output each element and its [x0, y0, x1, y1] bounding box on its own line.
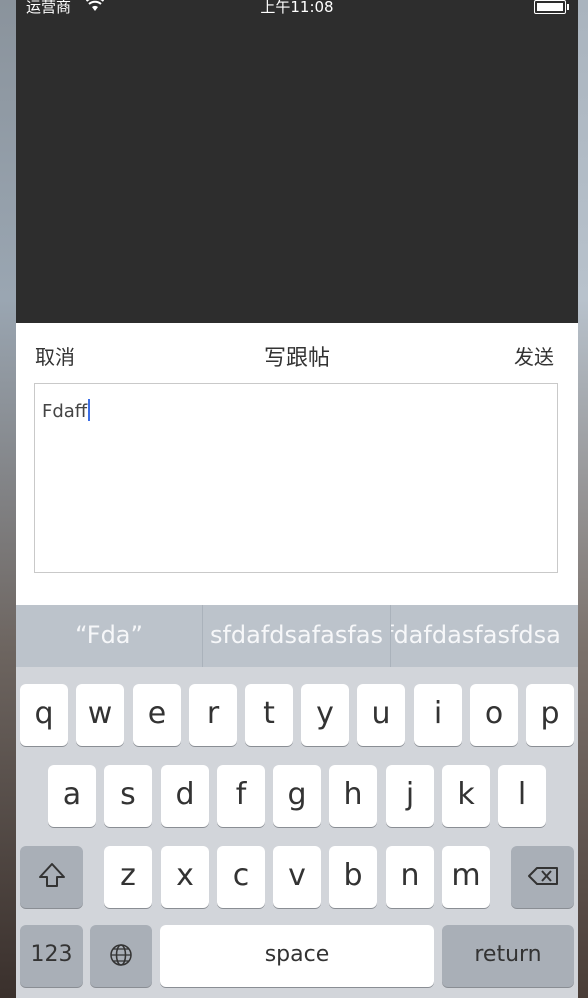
clock: 上午11:08 [260, 0, 334, 16]
key-y[interactable]: y [301, 684, 349, 746]
shift-icon [38, 863, 65, 887]
key-x[interactable]: x [161, 846, 209, 908]
delete-key[interactable] [511, 846, 574, 908]
key-p[interactable]: p [526, 684, 574, 746]
globe-icon [110, 944, 132, 966]
space-key[interactable]: space [160, 925, 434, 987]
key-j[interactable]: j [386, 765, 434, 827]
desktop-background-right [578, 0, 588, 998]
suggestion-item[interactable]: fdafdasfasfdsa [391, 605, 578, 667]
key-r[interactable]: r [189, 684, 237, 746]
send-button[interactable]: 发送 [514, 341, 554, 370]
key-q[interactable]: q [20, 684, 68, 746]
reply-composer: 取消 写跟帖 发送 Fdaff [16, 323, 578, 605]
key-w[interactable]: w [76, 684, 124, 746]
reply-text-area[interactable]: Fdaff [34, 383, 558, 573]
key-u[interactable]: u [357, 684, 405, 746]
key-l[interactable]: l [498, 765, 546, 827]
phone-screen: 运营商 上午11:08 取消 写跟帖 发送 Fdaff “Fda” sfdafd… [16, 0, 578, 998]
suggestion-item[interactable]: sfdafdsafasfas [203, 605, 390, 667]
status-bar: 运营商 上午11:08 [16, 0, 578, 18]
globe-key[interactable] [90, 925, 152, 987]
composer-title: 写跟帖 [263, 346, 330, 371]
key-s[interactable]: s [104, 765, 152, 827]
key-o[interactable]: o [470, 684, 518, 746]
key-z[interactable]: z [104, 846, 152, 908]
key-e[interactable]: e [133, 684, 181, 746]
numbers-key[interactable]: 123 [20, 925, 83, 987]
text-caret [88, 399, 91, 421]
key-b[interactable]: b [329, 846, 377, 908]
key-g[interactable]: g [273, 765, 321, 827]
shift-key[interactable] [20, 846, 83, 908]
battery-icon [534, 0, 569, 14]
key-n[interactable]: n [386, 846, 434, 908]
key-h[interactable]: h [329, 765, 377, 827]
keyboard: “Fda” sfdafdsafasfas fdafdasfasfdsa q w … [16, 605, 578, 998]
key-a[interactable]: a [48, 765, 96, 827]
backspace-icon [527, 867, 558, 885]
reply-text-value: Fdaff [42, 399, 91, 422]
desktop-background-left [0, 0, 16, 998]
suggestion-item[interactable]: “Fda” [16, 605, 202, 667]
key-d[interactable]: d [161, 765, 209, 827]
return-key[interactable]: return [442, 925, 574, 987]
key-i[interactable]: i [414, 684, 462, 746]
key-t[interactable]: t [245, 684, 293, 746]
suggestion-bar: “Fda” sfdafdsafasfas fdafdasfasfdsa [16, 605, 578, 667]
key-c[interactable]: c [217, 846, 265, 908]
key-v[interactable]: v [273, 846, 321, 908]
key-k[interactable]: k [442, 765, 490, 827]
key-f[interactable]: f [217, 765, 265, 827]
reply-text: Fdaff [42, 401, 88, 422]
key-m[interactable]: m [442, 846, 490, 908]
